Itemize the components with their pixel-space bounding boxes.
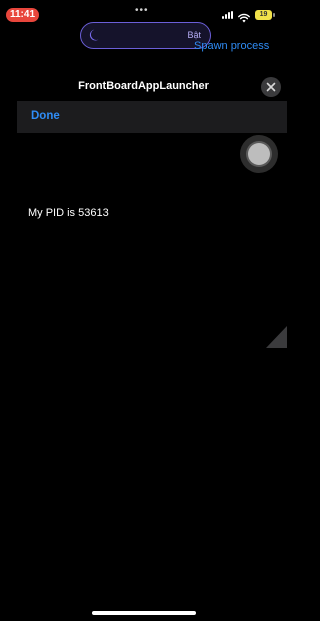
close-icon bbox=[266, 82, 276, 92]
assistive-touch-button[interactable] bbox=[240, 135, 278, 173]
battery-icon: 19 bbox=[255, 10, 275, 20]
assistive-touch-icon bbox=[248, 143, 270, 165]
wifi-icon bbox=[238, 10, 250, 23]
cellular-signal-icon bbox=[222, 11, 234, 19]
more-dots-icon: ••• bbox=[135, 5, 149, 16]
toolbar: Done bbox=[17, 101, 287, 133]
focus-island[interactable]: Bật bbox=[80, 22, 211, 49]
side-drawer-handle[interactable] bbox=[266, 326, 287, 348]
sheet-title: FrontBoardAppLauncher bbox=[78, 80, 209, 92]
pid-label: My PID is 53613 bbox=[28, 207, 109, 219]
spawn-process-button[interactable]: Spawn process bbox=[194, 40, 269, 52]
home-indicator[interactable] bbox=[92, 611, 196, 615]
close-button[interactable] bbox=[261, 77, 281, 97]
done-button[interactable]: Done bbox=[31, 101, 60, 132]
status-time: 11:41 bbox=[6, 8, 39, 22]
moon-icon bbox=[89, 29, 99, 41]
